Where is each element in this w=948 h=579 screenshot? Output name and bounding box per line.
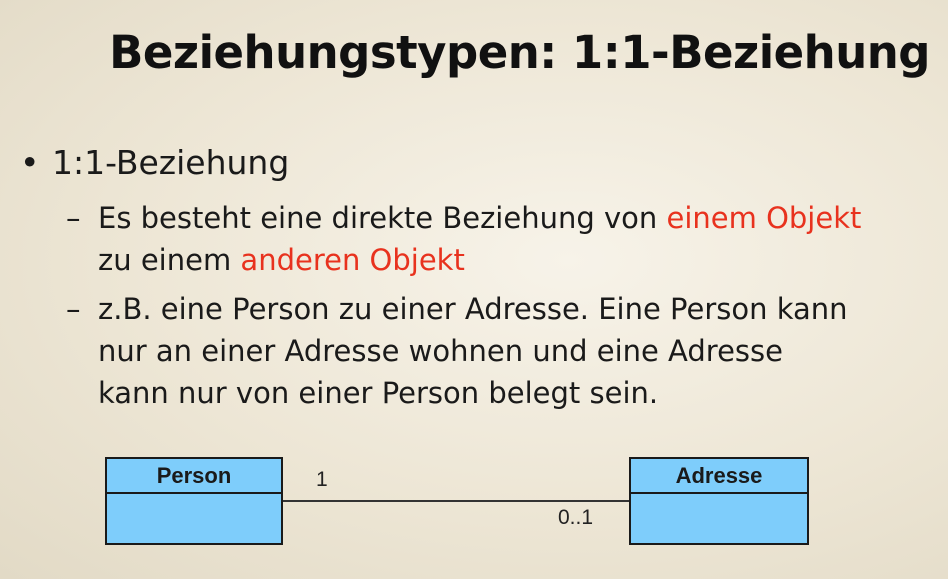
example-line-3: kann nur von einer Person belegt sein. [98,376,659,410]
slide-title: Beziehungstypen: 1:1-Beziehung [109,26,930,79]
multiplicity-left: 1 [316,468,328,491]
uml-class-person: Person [105,457,283,545]
bullet-dot: • [20,143,40,182]
uml-class-adresse-name: Adresse [631,459,807,494]
sub-bullet-definition: – Es besteht eine direkte Beziehung von e… [66,197,861,281]
example-line-2: nur an einer Adresse wohnen und eine Adr… [98,334,783,368]
bullet-main-text: 1:1-Beziehung [52,143,290,182]
sub-bullet-example: – z.B. eine Person zu einer Adresse. Eine… [66,288,848,414]
sub-bullet-dash: – [66,292,81,326]
uml-class-adresse: Adresse [629,457,809,545]
highlight-anderen-objekt: anderen Objekt [240,243,465,277]
sub-bullet-dash: – [66,201,81,235]
association-line [283,500,629,502]
bullet-main: • 1:1-Beziehung [20,143,289,182]
highlight-einem-objekt: einem Objekt [666,201,862,235]
uml-class-person-name: Person [107,459,281,494]
definition-text: Es besteht eine direkte Beziehung von [98,201,667,235]
definition-text-cont: zu einem [98,243,241,277]
example-line-1: z.B. eine Person zu einer Adresse. Eine … [98,292,848,326]
multiplicity-right: 0..1 [558,506,594,529]
